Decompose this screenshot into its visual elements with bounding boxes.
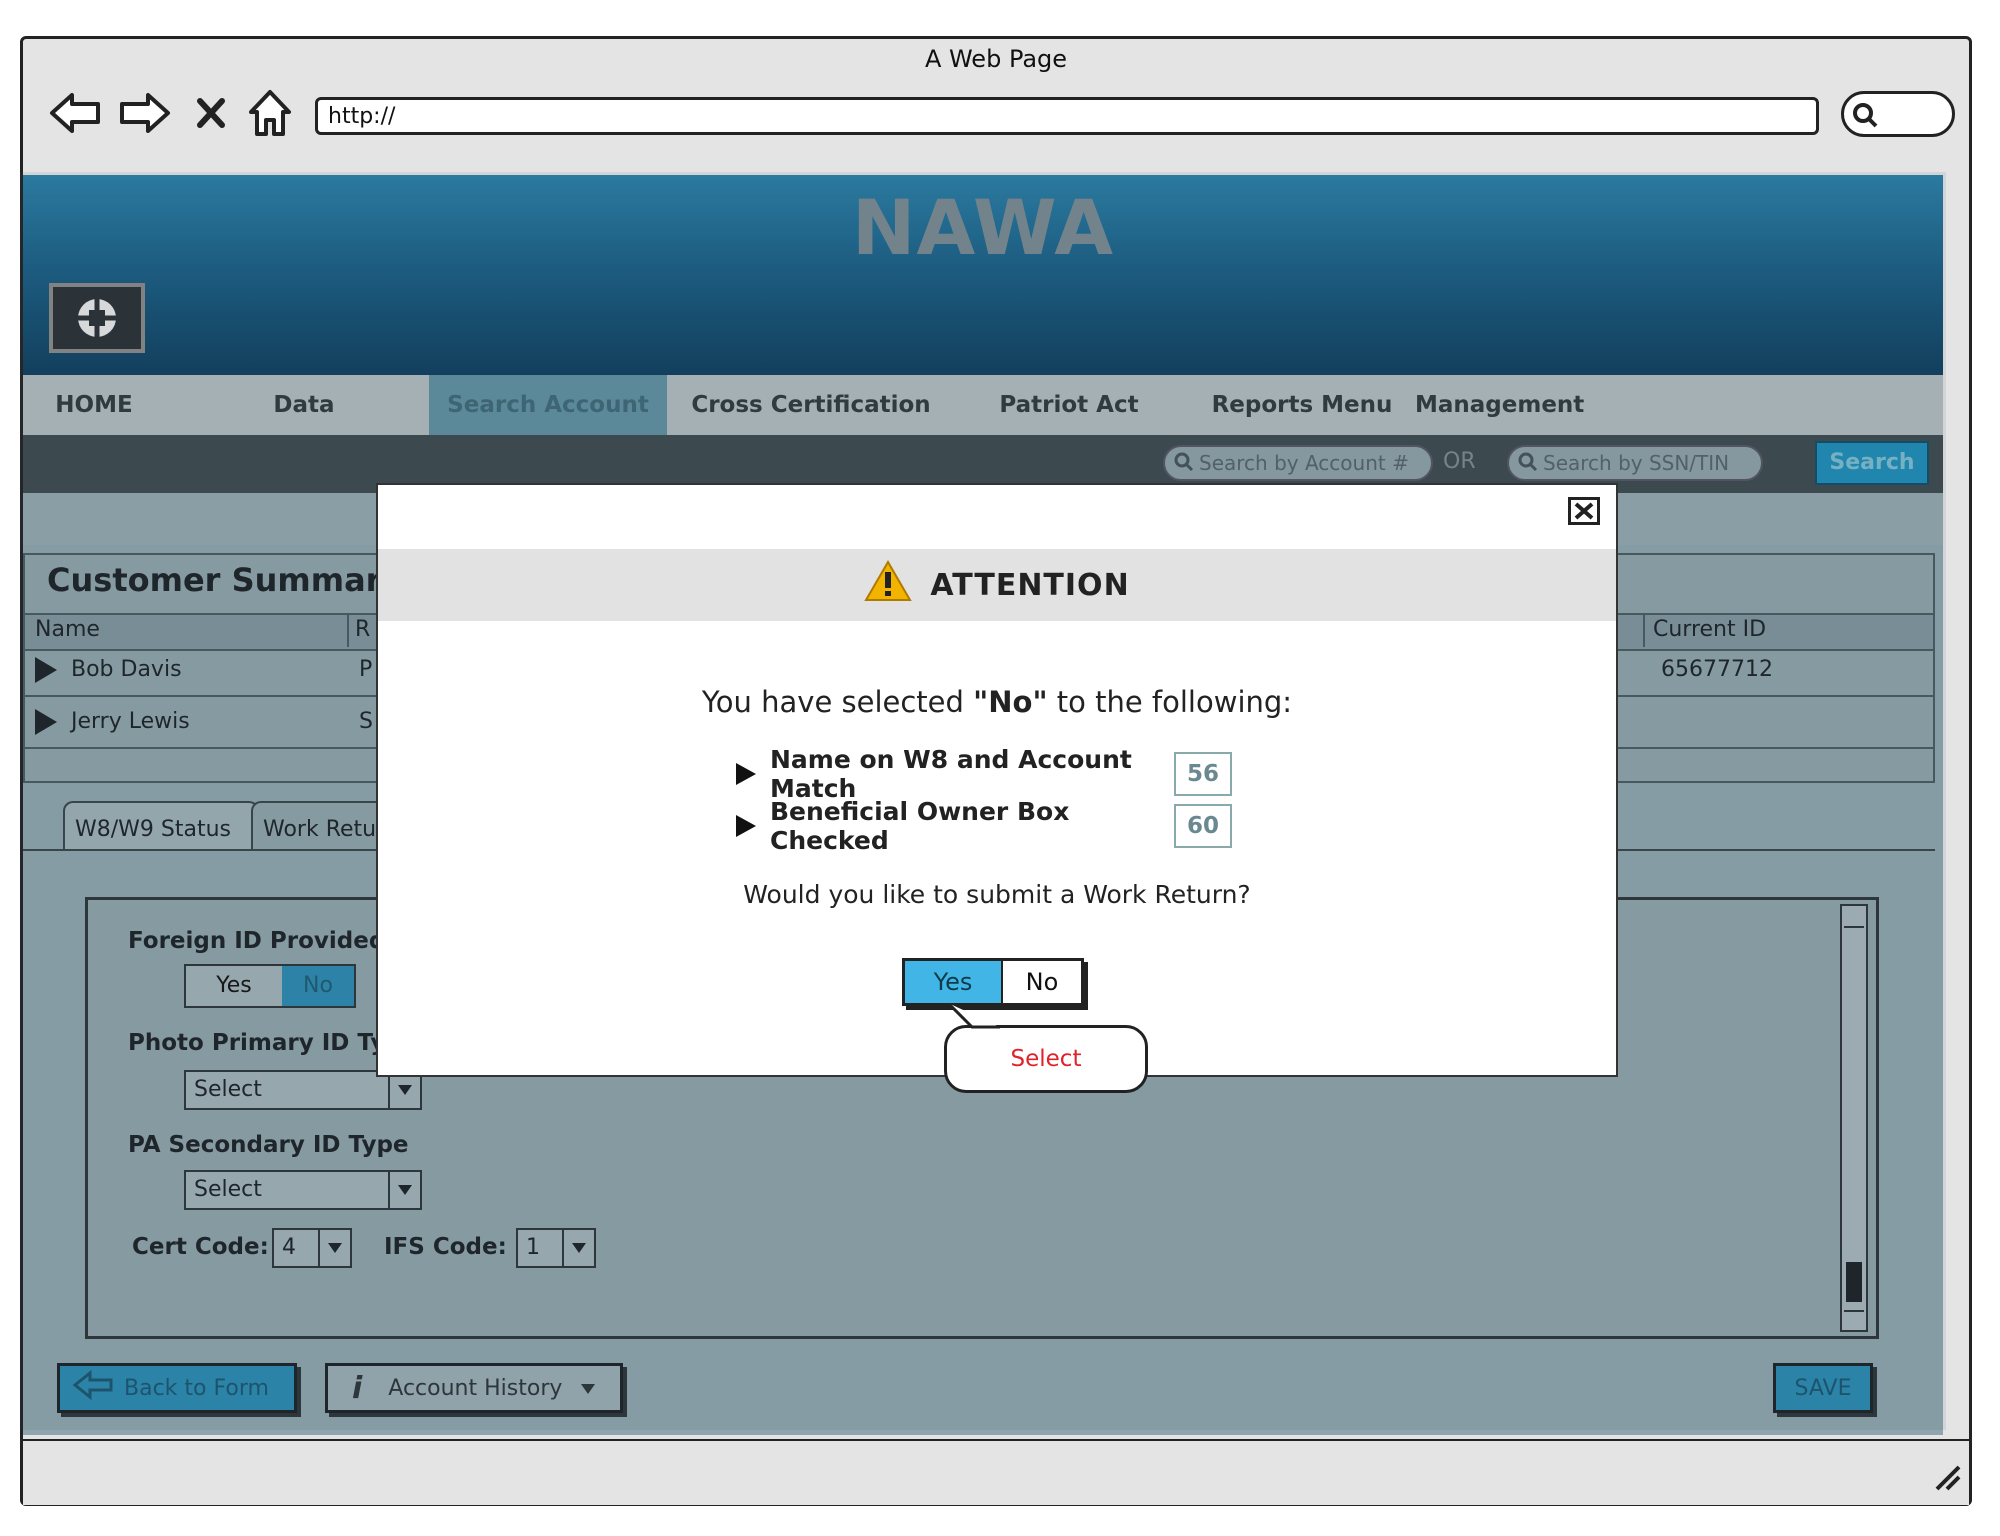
- list-item: Beneficial Owner Box Checked 60: [736, 797, 1232, 855]
- no-button[interactable]: No: [1003, 961, 1081, 1003]
- attention-dialog: ATTENTION You have selected "No" to the …: [376, 483, 1618, 1093]
- item-value-box: 60: [1174, 804, 1232, 848]
- bullet-arrow-icon: [736, 763, 756, 785]
- home-icon[interactable]: [245, 81, 295, 145]
- message-prefix: You have selected: [701, 685, 974, 719]
- list-item: Name on W8 and Account Match 56: [736, 745, 1232, 803]
- dialog-question: Would you like to submit a Work Return?: [743, 880, 1251, 909]
- dialog-message: You have selected "No" to the following:: [378, 685, 1616, 719]
- item-label: Name on W8 and Account Match: [770, 745, 1132, 803]
- forward-arrow-icon[interactable]: [117, 81, 173, 145]
- bullet-arrow-icon: [736, 815, 756, 837]
- search-icon: [1852, 102, 1880, 132]
- dialog-title: ATTENTION: [930, 567, 1130, 603]
- warning-icon: [864, 560, 913, 610]
- resize-grip-icon[interactable]: [1931, 1461, 1961, 1495]
- browser-status-bar: [23, 1439, 1969, 1505]
- message-suffix: to the following:: [1047, 685, 1293, 719]
- back-arrow-icon[interactable]: [47, 81, 103, 145]
- stop-icon[interactable]: [191, 81, 231, 145]
- yes-no-toggle[interactable]: Yes No: [902, 958, 1084, 1006]
- message-selected-value: "No": [973, 685, 1048, 719]
- dialog-header: ATTENTION: [378, 549, 1616, 621]
- item-label: Beneficial Owner Box Checked: [770, 797, 1070, 855]
- dialog-title-row: ATTENTION: [378, 549, 1616, 621]
- browser-search-field[interactable]: [1841, 91, 1955, 137]
- select-callout: Select: [944, 1025, 1148, 1093]
- window-title: A Web Page: [924, 45, 1068, 73]
- close-icon[interactable]: [1568, 497, 1600, 525]
- item-value-box: 56: [1174, 752, 1232, 796]
- yes-button[interactable]: Yes: [905, 961, 1003, 1003]
- url-bar[interactable]: http://: [315, 97, 1819, 135]
- callout-pointer: [946, 1003, 1000, 1029]
